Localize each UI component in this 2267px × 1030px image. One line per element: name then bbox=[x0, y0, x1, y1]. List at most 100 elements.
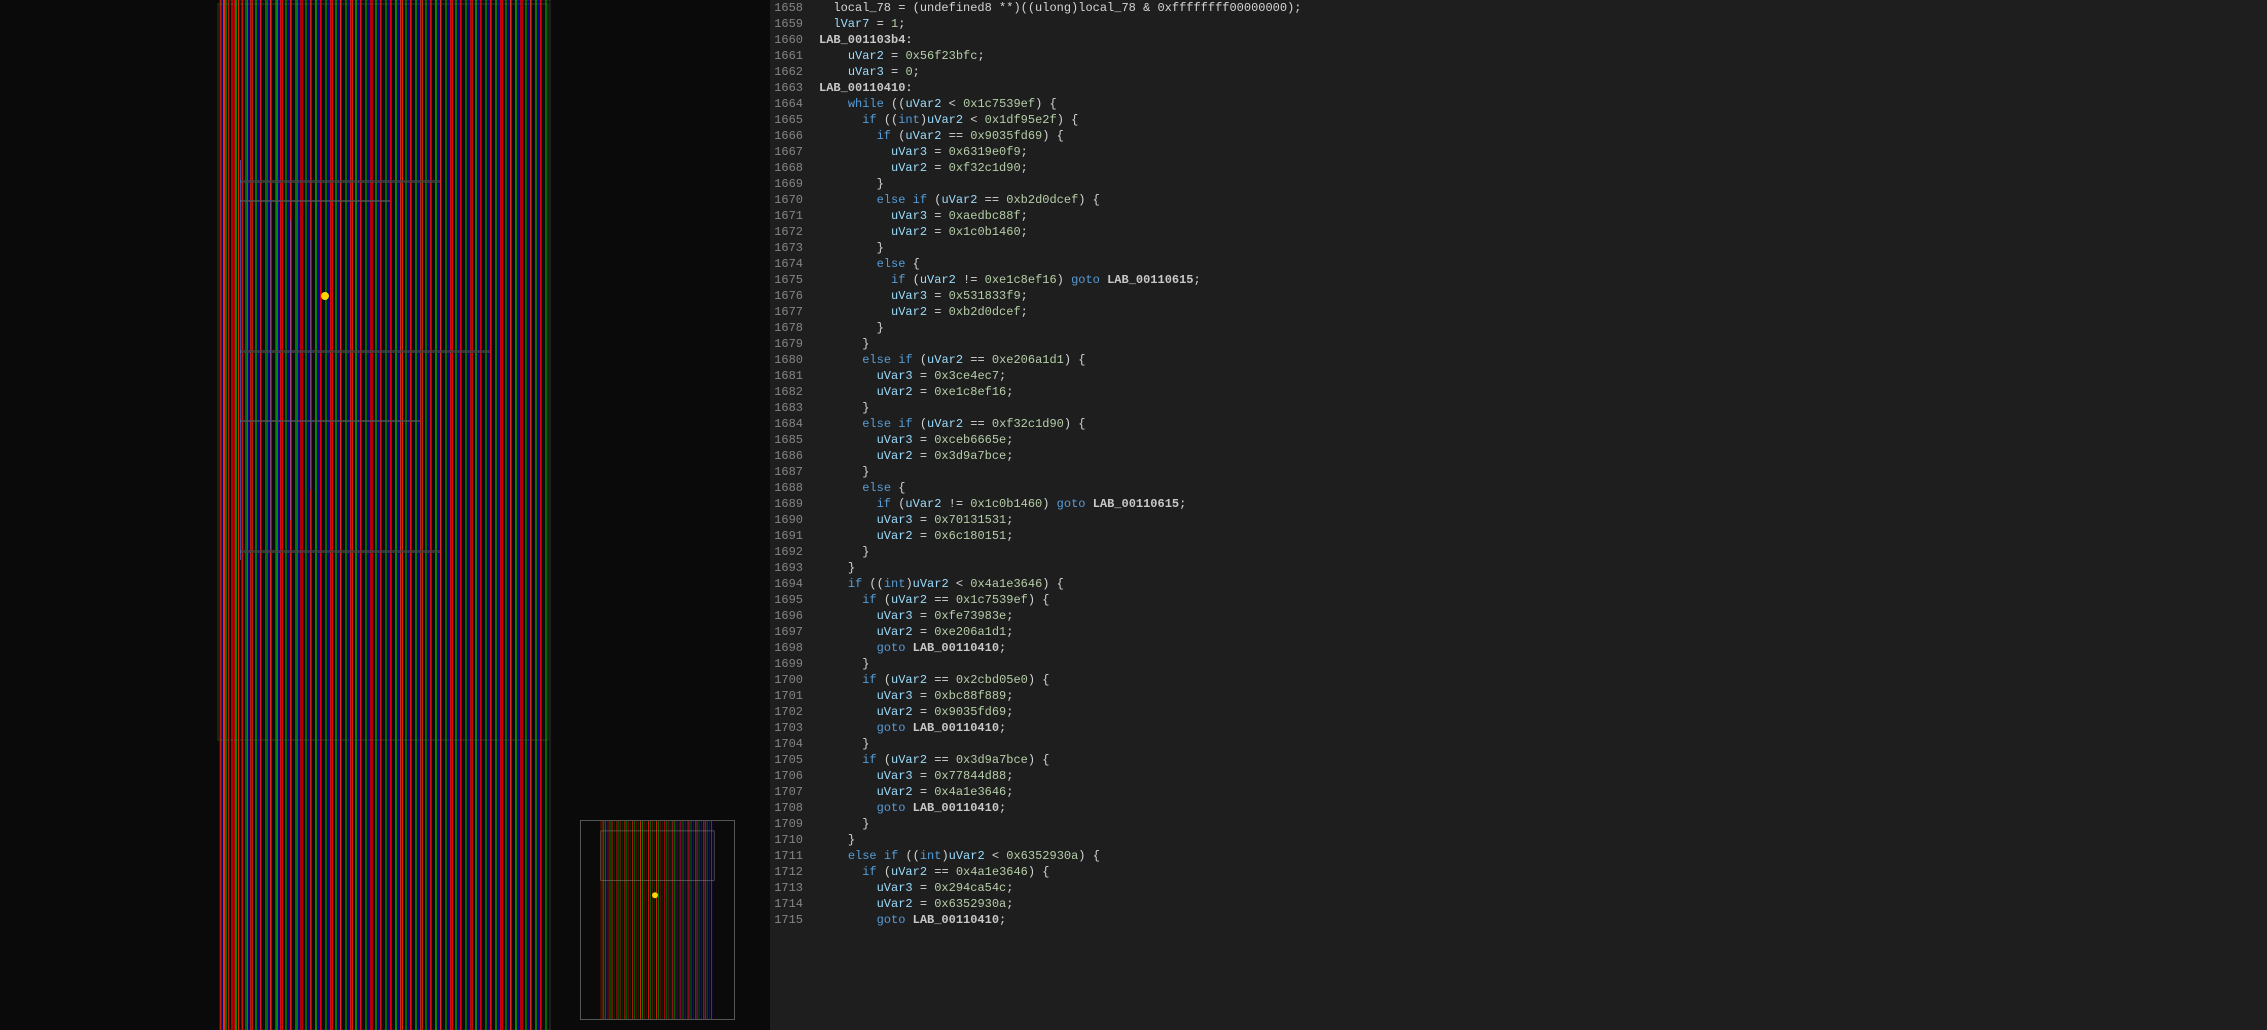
code-text: local_78 = (undefined8 **)((ulong)local_… bbox=[819, 0, 2263, 16]
code-line-1680: 1680 else if (uVar2 == 0xe206a1d1) { bbox=[770, 352, 2267, 368]
visualization-panel bbox=[0, 0, 770, 1030]
code-text: } bbox=[819, 320, 2263, 336]
line-number: 1692 bbox=[774, 544, 819, 560]
code-line-1706: 1706 uVar3 = 0x77844d88; bbox=[770, 768, 2267, 784]
minimap-panel bbox=[580, 820, 735, 1020]
code-text: } bbox=[819, 560, 2263, 576]
code-text: else if (uVar2 == 0xe206a1d1) { bbox=[819, 352, 2263, 368]
line-number: 1700 bbox=[774, 672, 819, 688]
line-number: 1673 bbox=[774, 240, 819, 256]
line-number: 1680 bbox=[774, 352, 819, 368]
code-text: uVar2 = 0x9035fd69; bbox=[819, 704, 2263, 720]
line-number: 1715 bbox=[774, 912, 819, 928]
code-text: uVar3 = 0x6319e0f9; bbox=[819, 144, 2263, 160]
code-text: uVar2 = 0x56f23bfc; bbox=[819, 48, 2263, 64]
code-line-1675: 1675 if (uVar2 != 0xe1c8ef16) goto LAB_0… bbox=[770, 272, 2267, 288]
line-number: 1714 bbox=[774, 896, 819, 912]
code-line-1698: 1698 goto LAB_00110410; bbox=[770, 640, 2267, 656]
line-number: 1670 bbox=[774, 192, 819, 208]
code-text: if ((int)uVar2 < 0x4a1e3646) { bbox=[819, 576, 2263, 592]
code-text: if (uVar2 == 0x3d9a7bce) { bbox=[819, 752, 2263, 768]
line-number: 1709 bbox=[774, 816, 819, 832]
code-text: LAB_00110410: bbox=[819, 80, 2263, 96]
code-text: if (uVar2 == 0x9035fd69) { bbox=[819, 128, 2263, 144]
line-number: 1688 bbox=[774, 480, 819, 496]
code-line-1711: 1711 else if ((int)uVar2 < 0x6352930a) { bbox=[770, 848, 2267, 864]
line-number: 1710 bbox=[774, 832, 819, 848]
code-text: uVar2 = 0xe206a1d1; bbox=[819, 624, 2263, 640]
line-number: 1711 bbox=[774, 848, 819, 864]
code-line-1702: 1702 uVar2 = 0x9035fd69; bbox=[770, 704, 2267, 720]
code-text: uVar3 = 0x3ce4ec7; bbox=[819, 368, 2263, 384]
code-text: if (uVar2 == 0x1c7539ef) { bbox=[819, 592, 2263, 608]
code-editor-panel[interactable]: 1658 local_78 = (undefined8 **)((ulong)l… bbox=[770, 0, 2267, 1030]
code-text: } bbox=[819, 464, 2263, 480]
code-line-1683: 1683 } bbox=[770, 400, 2267, 416]
code-text: uVar3 = 0x294ca54c; bbox=[819, 880, 2263, 896]
line-number: 1668 bbox=[774, 160, 819, 176]
line-number: 1703 bbox=[774, 720, 819, 736]
line-number: 1658 bbox=[774, 0, 819, 16]
line-number: 1674 bbox=[774, 256, 819, 272]
code-text: goto LAB_00110410; bbox=[819, 640, 2263, 656]
code-line-1700: 1700 if (uVar2 == 0x2cbd05e0) { bbox=[770, 672, 2267, 688]
line-number: 1689 bbox=[774, 496, 819, 512]
code-text: if (uVar2 == 0x4a1e3646) { bbox=[819, 864, 2263, 880]
code-line-1694: 1694 if ((int)uVar2 < 0x4a1e3646) { bbox=[770, 576, 2267, 592]
line-number: 1681 bbox=[774, 368, 819, 384]
code-line-1699: 1699 } bbox=[770, 656, 2267, 672]
line-number: 1660 bbox=[774, 32, 819, 48]
line-number: 1675 bbox=[774, 272, 819, 288]
code-text: else if (uVar2 == 0xf32c1d90) { bbox=[819, 416, 2263, 432]
line-number: 1665 bbox=[774, 112, 819, 128]
code-line-1715: 1715 goto LAB_00110410; bbox=[770, 912, 2267, 928]
line-number: 1707 bbox=[774, 784, 819, 800]
code-text: uVar3 = 0xbc88f889; bbox=[819, 688, 2263, 704]
line-number: 1684 bbox=[774, 416, 819, 432]
code-text: uVar2 = 0x6c180151; bbox=[819, 528, 2263, 544]
code-text: } bbox=[819, 176, 2263, 192]
code-text: goto LAB_00110410; bbox=[819, 720, 2263, 736]
code-line-1709: 1709 } bbox=[770, 816, 2267, 832]
code-text: else { bbox=[819, 480, 2263, 496]
code-line-1674: 1674 else { bbox=[770, 256, 2267, 272]
code-line-1697: 1697 uVar2 = 0xe206a1d1; bbox=[770, 624, 2267, 640]
line-number: 1663 bbox=[774, 80, 819, 96]
code-line-1705: 1705 if (uVar2 == 0x3d9a7bce) { bbox=[770, 752, 2267, 768]
code-line-1659: 1659 lVar7 = 1; bbox=[770, 16, 2267, 32]
code-text: } bbox=[819, 240, 2263, 256]
line-number: 1686 bbox=[774, 448, 819, 464]
minimap-svg bbox=[581, 821, 734, 1019]
code-text: uVar2 = 0x1c0b1460; bbox=[819, 224, 2263, 240]
code-line-1701: 1701 uVar3 = 0xbc88f889; bbox=[770, 688, 2267, 704]
line-number: 1695 bbox=[774, 592, 819, 608]
code-line-1688: 1688 else { bbox=[770, 480, 2267, 496]
code-text: uVar3 = 0; bbox=[819, 64, 2263, 80]
code-text: uVar3 = 0xceb6665e; bbox=[819, 432, 2263, 448]
code-text: else { bbox=[819, 256, 2263, 272]
line-number: 1706 bbox=[774, 768, 819, 784]
line-number: 1672 bbox=[774, 224, 819, 240]
line-number: 1671 bbox=[774, 208, 819, 224]
code-text: uVar2 = 0x3d9a7bce; bbox=[819, 448, 2263, 464]
line-number: 1662 bbox=[774, 64, 819, 80]
line-number: 1666 bbox=[774, 128, 819, 144]
line-number: 1659 bbox=[774, 16, 819, 32]
code-text: LAB_001103b4: bbox=[819, 32, 2263, 48]
line-number: 1702 bbox=[774, 704, 819, 720]
code-text: } bbox=[819, 336, 2263, 352]
code-line-1670: 1670 else if (uVar2 == 0xb2d0dcef) { bbox=[770, 192, 2267, 208]
code-text: if ((int)uVar2 < 0x1df95e2f) { bbox=[819, 112, 2263, 128]
code-line-1704: 1704 } bbox=[770, 736, 2267, 752]
code-line-1678: 1678 } bbox=[770, 320, 2267, 336]
line-number: 1676 bbox=[774, 288, 819, 304]
line-number: 1694 bbox=[774, 576, 819, 592]
code-line-1691: 1691 uVar2 = 0x6c180151; bbox=[770, 528, 2267, 544]
code-line-1690: 1690 uVar3 = 0x70131531; bbox=[770, 512, 2267, 528]
line-number: 1698 bbox=[774, 640, 819, 656]
code-text: goto LAB_00110410; bbox=[819, 912, 2263, 928]
code-text: else if (uVar2 == 0xb2d0dcef) { bbox=[819, 192, 2263, 208]
code-line-1660: 1660 LAB_001103b4: bbox=[770, 32, 2267, 48]
code-line-1707: 1707 uVar2 = 0x4a1e3646; bbox=[770, 784, 2267, 800]
code-line-1686: 1686 uVar2 = 0x3d9a7bce; bbox=[770, 448, 2267, 464]
